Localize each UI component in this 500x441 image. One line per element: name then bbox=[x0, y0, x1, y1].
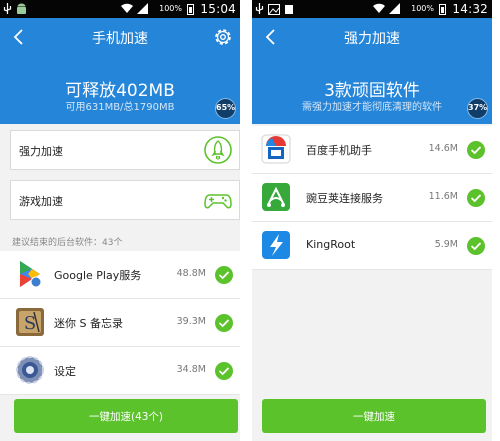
app-name: 豌豆荚连接服务 bbox=[306, 192, 383, 205]
list-item[interactable]: 百度手机助手 14.6M bbox=[252, 126, 492, 174]
wandoujia-icon bbox=[262, 183, 290, 211]
app-size: 5.9M bbox=[434, 239, 458, 250]
stubborn-apps-note: 需强力加速才能彻底清理的软件 bbox=[302, 102, 442, 113]
battery-icon bbox=[439, 4, 446, 15]
battery-percent: 100% bbox=[411, 4, 434, 13]
battery-percent: 100% bbox=[159, 4, 182, 13]
signal-icon bbox=[389, 3, 400, 14]
gear-icon[interactable] bbox=[212, 26, 234, 48]
phone-screen-power-boost: 100% 14:32 强力加速 3款顽固软件 需强力加速才能彻底清理的软件 37… bbox=[252, 0, 492, 441]
header-panel: 手机加速 可释放402MB 可用631MB/总1790MB 65% bbox=[0, 18, 240, 124]
card-label: 游戏加速 bbox=[19, 195, 63, 208]
wifi-icon bbox=[373, 3, 385, 13]
clock: 14:32 bbox=[452, 2, 488, 16]
app-size: 11.6M bbox=[428, 191, 458, 202]
list-item[interactable]: KingRoot 5.9M bbox=[252, 222, 492, 270]
memory-percent-badge: 37% bbox=[467, 98, 488, 119]
google-play-services-icon bbox=[20, 261, 42, 288]
image-icon bbox=[268, 3, 280, 15]
status-bar: 100% 14:32 bbox=[252, 0, 492, 18]
app-size: 39.3M bbox=[176, 316, 206, 327]
settings-gear-icon bbox=[16, 356, 44, 384]
notification-icon bbox=[285, 4, 293, 14]
app-name: KingRoot bbox=[306, 238, 356, 251]
power-boost-card[interactable]: 强力加速 bbox=[10, 130, 240, 170]
clock: 15:04 bbox=[200, 2, 236, 16]
memory-percent-badge: 65% bbox=[215, 98, 236, 119]
rocket-icon bbox=[204, 136, 232, 164]
boost-button[interactable]: 一键加速 bbox=[262, 399, 486, 433]
app-name: Google Play服务 bbox=[54, 269, 142, 282]
app-size: 34.8M bbox=[176, 364, 206, 375]
memory-usage: 可用631MB/总1790MB bbox=[65, 102, 175, 113]
check-icon[interactable] bbox=[214, 265, 234, 285]
check-icon[interactable] bbox=[214, 313, 234, 333]
app-name: 设定 bbox=[54, 365, 76, 378]
status-bar: 100% 15:04 bbox=[0, 0, 240, 18]
boost-all-button[interactable]: 一键加速(43个) bbox=[14, 399, 238, 433]
page-title: 强力加速 bbox=[344, 31, 400, 47]
kingroot-icon bbox=[262, 231, 290, 259]
gamepad-icon bbox=[204, 194, 232, 209]
check-icon[interactable] bbox=[466, 188, 486, 208]
app-name: 迷你 S 备忘录 bbox=[54, 317, 123, 330]
app-list: Google Play服务 48.8M S 迷你 S 备忘录 39.3M 设定 … bbox=[0, 251, 240, 395]
usb-icon bbox=[255, 3, 264, 14]
android-icon bbox=[17, 3, 26, 14]
page-title: 手机加速 bbox=[92, 31, 148, 47]
title-bar: 强力加速 bbox=[252, 18, 492, 58]
mini-s-memo-icon: S bbox=[16, 308, 44, 336]
list-item[interactable]: Google Play服务 48.8M bbox=[0, 251, 240, 299]
check-icon[interactable] bbox=[214, 361, 234, 381]
check-icon[interactable] bbox=[466, 140, 486, 160]
phone-screen-boost: 100% 15:04 手机加速 可释放402MB 可用631MB/总1790MB… bbox=[0, 0, 240, 441]
app-size: 48.8M bbox=[176, 268, 206, 279]
list-item[interactable]: 豌豆荚连接服务 11.6M bbox=[252, 174, 492, 222]
list-item[interactable]: S 迷你 S 备忘录 39.3M bbox=[0, 299, 240, 347]
title-bar: 手机加速 bbox=[0, 18, 240, 58]
list-item[interactable]: 设定 34.8M bbox=[0, 347, 240, 395]
game-boost-card[interactable]: 游戏加速 bbox=[10, 180, 240, 220]
wifi-icon bbox=[121, 3, 133, 13]
app-name: 百度手机助手 bbox=[306, 144, 372, 157]
usb-icon bbox=[3, 3, 12, 14]
app-size: 14.6M bbox=[428, 143, 458, 154]
card-label: 强力加速 bbox=[19, 145, 63, 158]
check-icon[interactable] bbox=[466, 236, 486, 256]
section-note: 建议结束的后台软件：43个 bbox=[12, 238, 123, 248]
header-panel: 强力加速 3款顽固软件 需强力加速才能彻底清理的软件 37% bbox=[252, 18, 492, 124]
battery-icon bbox=[187, 4, 194, 15]
stubborn-app-list: 百度手机助手 14.6M 豌豆荚连接服务 11.6M KingRoot 5.9M bbox=[252, 126, 492, 270]
baidu-assistant-icon bbox=[261, 134, 291, 164]
signal-icon bbox=[137, 3, 148, 14]
